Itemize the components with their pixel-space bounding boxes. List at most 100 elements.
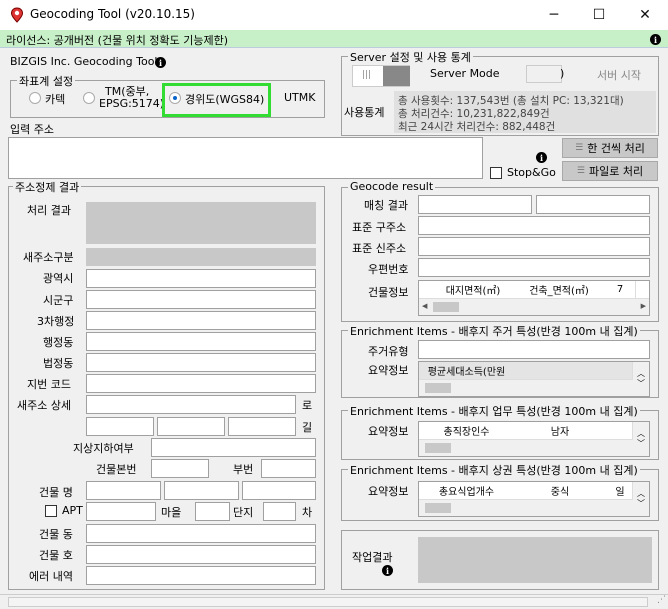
spin-control[interactable]: ︿ ﹀: [632, 362, 649, 396]
match-field-2[interactable]: [536, 195, 650, 214]
detail-field-2[interactable]: [86, 417, 154, 436]
scroll-thumb[interactable]: [433, 302, 459, 312]
license-bar: 라이선스: 공개버전 (건물 위치 정확도 기능제한) i: [0, 30, 668, 48]
enrich-shop-legend: Enrichment Items - 배후지 상권 특성(반경 100m 내 집…: [348, 462, 640, 478]
radio-utmk-label[interactable]: UTMK: [284, 91, 315, 104]
work-summary-grid[interactable]: 총직장인수 남자 ︿ ﹀: [418, 421, 650, 457]
bldg-info-grid[interactable]: 대지면적(㎡) 건축_면적(㎡) 7 ◀ ▶: [418, 280, 650, 316]
horizontal-scrollbar[interactable]: [419, 499, 633, 516]
bub-field[interactable]: [86, 353, 316, 372]
resize-grip-icon[interactable]: ⋰: [657, 595, 666, 605]
cha-label: 차: [302, 506, 313, 519]
paren: ): [560, 67, 565, 80]
jibun-field[interactable]: [86, 374, 316, 393]
maximize-button[interactable]: ☐: [576, 0, 622, 30]
radio-wgs84[interactable]: [169, 92, 181, 104]
grid-header: 평균세대소득(만원: [419, 362, 515, 380]
server-toggle[interactable]: |||: [352, 65, 410, 87]
spin-control[interactable]: ︿ ﹀: [632, 482, 649, 516]
std-old-field[interactable]: [418, 216, 650, 235]
bldg-name-label: 건물 명: [39, 486, 73, 499]
info-icon[interactable]: i: [382, 565, 393, 576]
error-field[interactable]: [86, 566, 316, 585]
close-button[interactable]: ✕: [622, 0, 668, 30]
file-process-label: 파일로 처리: [588, 165, 644, 178]
bub-label: 법정동: [43, 357, 74, 370]
admin3-field[interactable]: [86, 311, 316, 330]
underground-field[interactable]: [151, 438, 316, 457]
detail-field-4[interactable]: [228, 417, 296, 436]
std-new-field[interactable]: [418, 237, 650, 256]
minimize-button[interactable]: ─: [531, 0, 577, 30]
detail-label: 새주소 상세: [17, 399, 72, 412]
apt-label: APT: [62, 504, 83, 517]
chevron-down-icon[interactable]: ﹀: [637, 439, 645, 449]
stopgo-checkbox[interactable]: [490, 167, 502, 179]
coord-legend: 좌표계 설정: [17, 73, 76, 89]
complex-field[interactable]: [263, 502, 296, 521]
bldg-dong-field[interactable]: [86, 524, 316, 543]
shop-summary-grid[interactable]: 총요식업개수 중식 일 ︿ ﹀: [418, 481, 650, 517]
chevron-up-icon[interactable]: ︿: [637, 489, 645, 499]
detail-field-1[interactable]: [86, 395, 296, 414]
scroll-right-icon[interactable]: ▶: [641, 302, 646, 310]
radio-katec[interactable]: [29, 92, 41, 104]
horizontal-scrollbar[interactable]: ◀ ▶: [419, 298, 649, 315]
sigungu-field[interactable]: [86, 290, 316, 309]
error-label: 에러 내역: [29, 570, 73, 583]
scroll-thumb[interactable]: [425, 383, 451, 393]
postal-label: 우편번호: [368, 263, 409, 276]
std-old-label: 표준 구주소: [352, 221, 407, 234]
radio-tm[interactable]: [83, 92, 95, 104]
info-icon[interactable]: i: [536, 152, 547, 163]
grid-header: 대지면적(㎡): [433, 281, 514, 299]
village-field[interactable]: [195, 502, 230, 521]
bldg-ho-field[interactable]: [86, 545, 316, 564]
scroll-thumb[interactable]: [425, 503, 451, 513]
stats-box: 총 사용횟수: 137,543번 (총 설치 PC: 13,321대) 총 처리…: [394, 91, 656, 133]
info-icon[interactable]: i: [155, 57, 166, 68]
file-process-button[interactable]: ☰ 파일로 처리: [562, 161, 658, 181]
horizontal-scrollbar[interactable]: [419, 439, 633, 456]
sido-field[interactable]: [86, 269, 316, 288]
scroll-left-icon[interactable]: ◀: [422, 302, 427, 310]
input-address-label: 입력 주소: [10, 123, 54, 136]
scroll-thumb[interactable]: [425, 443, 451, 453]
match-field-1[interactable]: [418, 195, 532, 214]
info-icon[interactable]: i: [650, 34, 661, 45]
bldg-name-field-2[interactable]: [164, 481, 239, 500]
village-label: 마을: [161, 506, 182, 519]
chevron-down-icon[interactable]: ﹀: [637, 379, 645, 389]
server-group: Server 설정 및 사용 통계 ||| Server Mode ) 서버 시…: [341, 49, 659, 136]
single-process-button[interactable]: ☰ 한 건씩 처리: [562, 138, 658, 158]
detail-field-3[interactable]: [157, 417, 225, 436]
grid-header: 7: [605, 281, 636, 299]
apt-field[interactable]: [86, 502, 156, 521]
postal-field[interactable]: [418, 258, 650, 277]
server-mode-field[interactable]: [526, 65, 562, 83]
grid-header: 총직장인수: [419, 422, 515, 440]
main-no-field[interactable]: [151, 459, 209, 478]
enrich-home-legend: Enrichment Items - 배후지 주거 특성(반경 100m 내 집…: [348, 323, 640, 339]
bldg-name-field-1[interactable]: [86, 481, 161, 500]
coordinate-system-group: 좌표계 설정 카텍 TM(중부, EPSG:5174) 경위도(WGS84) U…: [10, 73, 325, 118]
ro-label: 로: [302, 399, 313, 412]
horizontal-scrollbar[interactable]: [419, 379, 633, 396]
location-pin-icon: [10, 7, 24, 23]
spin-control[interactable]: ︿ ﹀: [632, 422, 649, 456]
apt-checkbox[interactable]: [45, 505, 57, 517]
housing-type-field[interactable]: [418, 340, 650, 359]
chevron-down-icon[interactable]: ﹀: [637, 499, 645, 509]
sub-no-label: 부번: [233, 463, 254, 476]
radio-katec-label: 카텍: [45, 93, 66, 106]
server-start-button[interactable]: 서버 시작: [597, 67, 641, 83]
input-address-field[interactable]: [8, 137, 483, 179]
enrich-work-legend: Enrichment Items - 배후지 업무 특성(반경 100m 내 집…: [348, 403, 640, 419]
chevron-up-icon[interactable]: ︿: [637, 429, 645, 439]
bldg-name-field-3[interactable]: [242, 481, 316, 500]
home-summary-grid[interactable]: 평균세대소득(만원 ︿ ﹀: [418, 361, 650, 397]
haeng-field[interactable]: [86, 332, 316, 351]
std-new-label: 표준 신주소: [352, 242, 407, 255]
chevron-up-icon[interactable]: ︿: [637, 369, 645, 379]
sub-no-field[interactable]: [261, 459, 316, 478]
